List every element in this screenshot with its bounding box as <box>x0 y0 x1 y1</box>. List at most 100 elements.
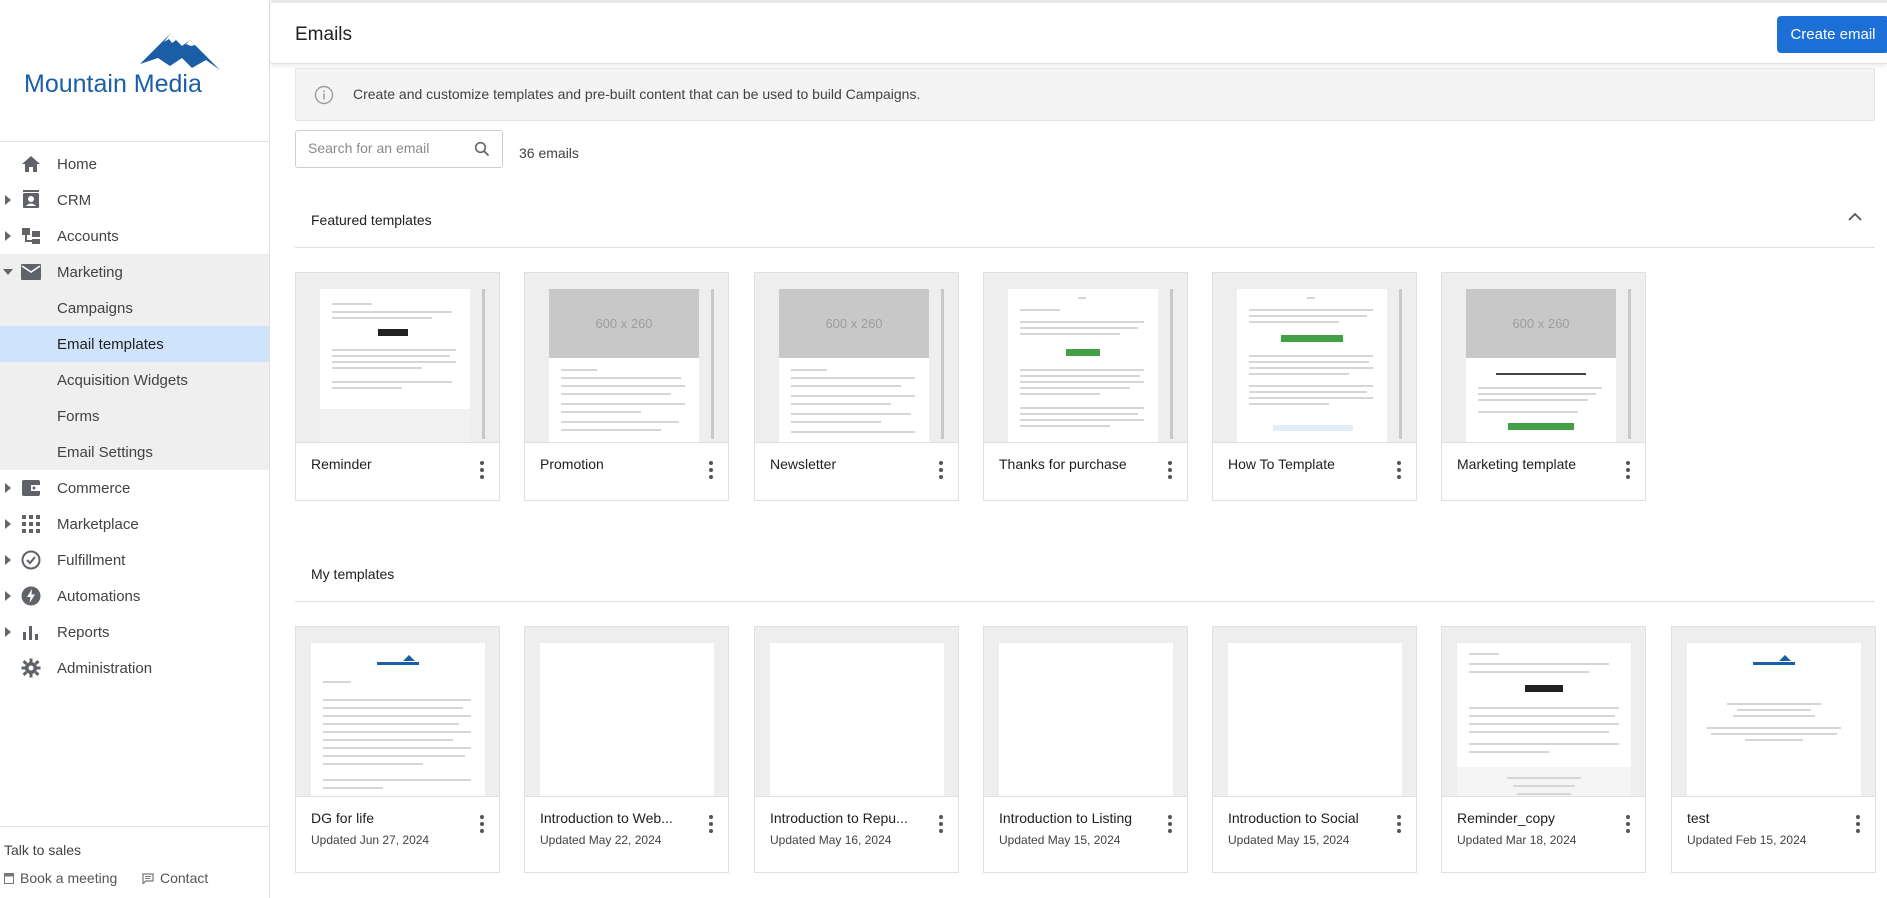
template-title: Reminder <box>311 456 372 472</box>
email-preview: 600 x 260 <box>779 289 929 442</box>
sidebar-item-acquisition-widgets[interactable]: Acquisition Widgets <box>0 362 269 398</box>
template-updated-date: Updated May 15, 2024 <box>999 833 1121 847</box>
template-thumbnail <box>296 627 499 797</box>
image-placeholder: 600 x 260 <box>779 289 929 358</box>
sidebar-item-email-settings[interactable]: Email Settings <box>0 434 269 470</box>
sidebar-item-reports[interactable]: Reports <box>0 614 269 650</box>
template-card[interactable]: Reminder <box>295 272 500 501</box>
sidebar-item-administration[interactable]: Administration <box>0 650 269 686</box>
template-thumbnail <box>1213 627 1416 797</box>
sidebar-item-home[interactable]: Home <box>0 146 269 182</box>
section-divider <box>295 247 1875 248</box>
sidebar-item-fulfillment[interactable]: Fulfillment <box>0 542 269 578</box>
more-options-icon[interactable] <box>1625 461 1631 479</box>
create-email-button[interactable]: Create email <box>1777 16 1887 53</box>
template-card[interactable]: Thanks for purchase <box>983 272 1188 501</box>
email-preview <box>1457 643 1631 796</box>
sidebar-item-label: Marketplace <box>57 515 139 533</box>
email-preview <box>1237 289 1387 442</box>
template-card[interactable]: 600 x 260 Newsletter <box>754 272 959 501</box>
info-text: Create and customize templates and pre-b… <box>353 86 921 102</box>
template-card[interactable]: Introduction to Social Updated May 15, 2… <box>1212 626 1417 873</box>
template-title: Introduction to Listing <box>999 810 1133 826</box>
contacts-icon <box>20 189 42 211</box>
sidebar-footer: Talk to sales Book a meeting Contact <box>0 826 270 898</box>
template-card[interactable]: Introduction to Repu... Updated May 16, … <box>754 626 959 873</box>
template-thumbnail <box>984 627 1187 797</box>
top-bar: Emails Create email <box>271 0 1887 64</box>
template-title: Introduction to Repu... <box>770 810 908 826</box>
mini-logo-icon <box>1753 655 1795 665</box>
caret-right-icon <box>5 231 11 241</box>
caret-right-icon <box>5 483 11 493</box>
svg-text:Mountain Media: Mountain Media <box>24 70 202 98</box>
gear-icon <box>20 657 42 679</box>
template-card[interactable]: Reminder_copy Updated Mar 18, 2024 <box>1441 626 1646 873</box>
template-thumbnail <box>984 273 1187 443</box>
more-options-icon[interactable] <box>708 461 714 479</box>
logo[interactable]: Mountain Media <box>0 0 269 142</box>
sidebar-item-forms[interactable]: Forms <box>0 398 269 434</box>
home-icon <box>20 153 42 175</box>
wallet-icon <box>20 477 42 499</box>
template-card[interactable]: Introduction to Web... Updated May 22, 2… <box>524 626 729 873</box>
template-card[interactable]: DG for life Updated Jun 27, 2024 <box>295 626 500 873</box>
search-icon[interactable] <box>474 141 490 157</box>
more-options-icon[interactable] <box>1855 815 1861 833</box>
more-options-icon[interactable] <box>1167 461 1173 479</box>
sidebar-item-automations[interactable]: Automations <box>0 578 269 614</box>
template-thumbnail: 600 x 260 <box>755 273 958 443</box>
sidebar: Mountain Media Home CRM Accounts Marketi… <box>0 0 270 898</box>
more-options-icon[interactable] <box>1396 461 1402 479</box>
sidebar-item-commerce[interactable]: Commerce <box>0 470 269 506</box>
template-card[interactable]: Introduction to Listing Updated May 15, … <box>983 626 1188 873</box>
info-banner: Create and customize templates and pre-b… <box>295 68 1875 121</box>
more-options-icon[interactable] <box>1396 815 1402 833</box>
template-thumbnail <box>296 273 499 443</box>
template-card[interactable]: 600 x 260 Promotion <box>524 272 729 501</box>
caret-right-icon <box>5 591 11 601</box>
contact-label: Contact <box>160 870 209 886</box>
more-options-icon[interactable] <box>938 461 944 479</box>
my-templates-section-title: My templates <box>311 566 395 582</box>
email-preview <box>320 289 470 442</box>
more-options-icon[interactable] <box>479 815 485 833</box>
sidebar-item-crm[interactable]: CRM <box>0 182 269 218</box>
email-preview <box>1687 643 1861 796</box>
sidebar-item-marketing[interactable]: Marketing <box>0 254 269 290</box>
caret-right-icon <box>5 555 11 565</box>
email-count: 36 emails <box>519 145 579 161</box>
email-preview: 600 x 260 <box>1466 289 1616 442</box>
more-options-icon[interactable] <box>708 815 714 833</box>
more-options-icon[interactable] <box>938 815 944 833</box>
image-placeholder: 600 x 260 <box>1466 289 1616 358</box>
more-options-icon[interactable] <box>1167 815 1173 833</box>
grid-icon <box>20 513 42 535</box>
template-card[interactable]: How To Template <box>1212 272 1417 501</box>
main-nav: Home CRM Accounts Marketing Campaigns Em… <box>0 142 269 686</box>
template-card[interactable]: test Updated Feb 15, 2024 <box>1671 626 1876 873</box>
search-input[interactable] <box>308 140 468 156</box>
sidebar-item-campaigns[interactable]: Campaigns <box>0 290 269 326</box>
template-thumbnail <box>755 627 958 797</box>
section-divider <box>295 601 1875 602</box>
caret-down-icon <box>3 269 13 275</box>
more-options-icon[interactable] <box>1625 815 1631 833</box>
template-card[interactable]: 600 x 260 Marketing template <box>1441 272 1646 501</box>
sidebar-item-email-templates[interactable]: Email templates <box>0 326 269 362</box>
contact-link[interactable]: Contact <box>142 870 208 886</box>
chevron-up-icon[interactable] <box>1848 212 1862 221</box>
sidebar-item-label: Fulfillment <box>57 551 126 569</box>
more-options-icon[interactable] <box>479 461 485 479</box>
template-thumbnail: 600 x 260 <box>1442 273 1645 443</box>
template-thumbnail <box>1442 627 1645 797</box>
mail-icon <box>20 261 42 283</box>
email-preview <box>540 643 714 796</box>
template-updated-date: Updated May 16, 2024 <box>770 833 892 847</box>
sidebar-item-label: Automations <box>57 587 141 605</box>
template-title: Promotion <box>540 456 604 472</box>
sidebar-item-accounts[interactable]: Accounts <box>0 218 269 254</box>
featured-section-title: Featured templates <box>311 212 432 228</box>
book-meeting-link[interactable]: Book a meeting <box>4 870 117 886</box>
sidebar-item-marketplace[interactable]: Marketplace <box>0 506 269 542</box>
